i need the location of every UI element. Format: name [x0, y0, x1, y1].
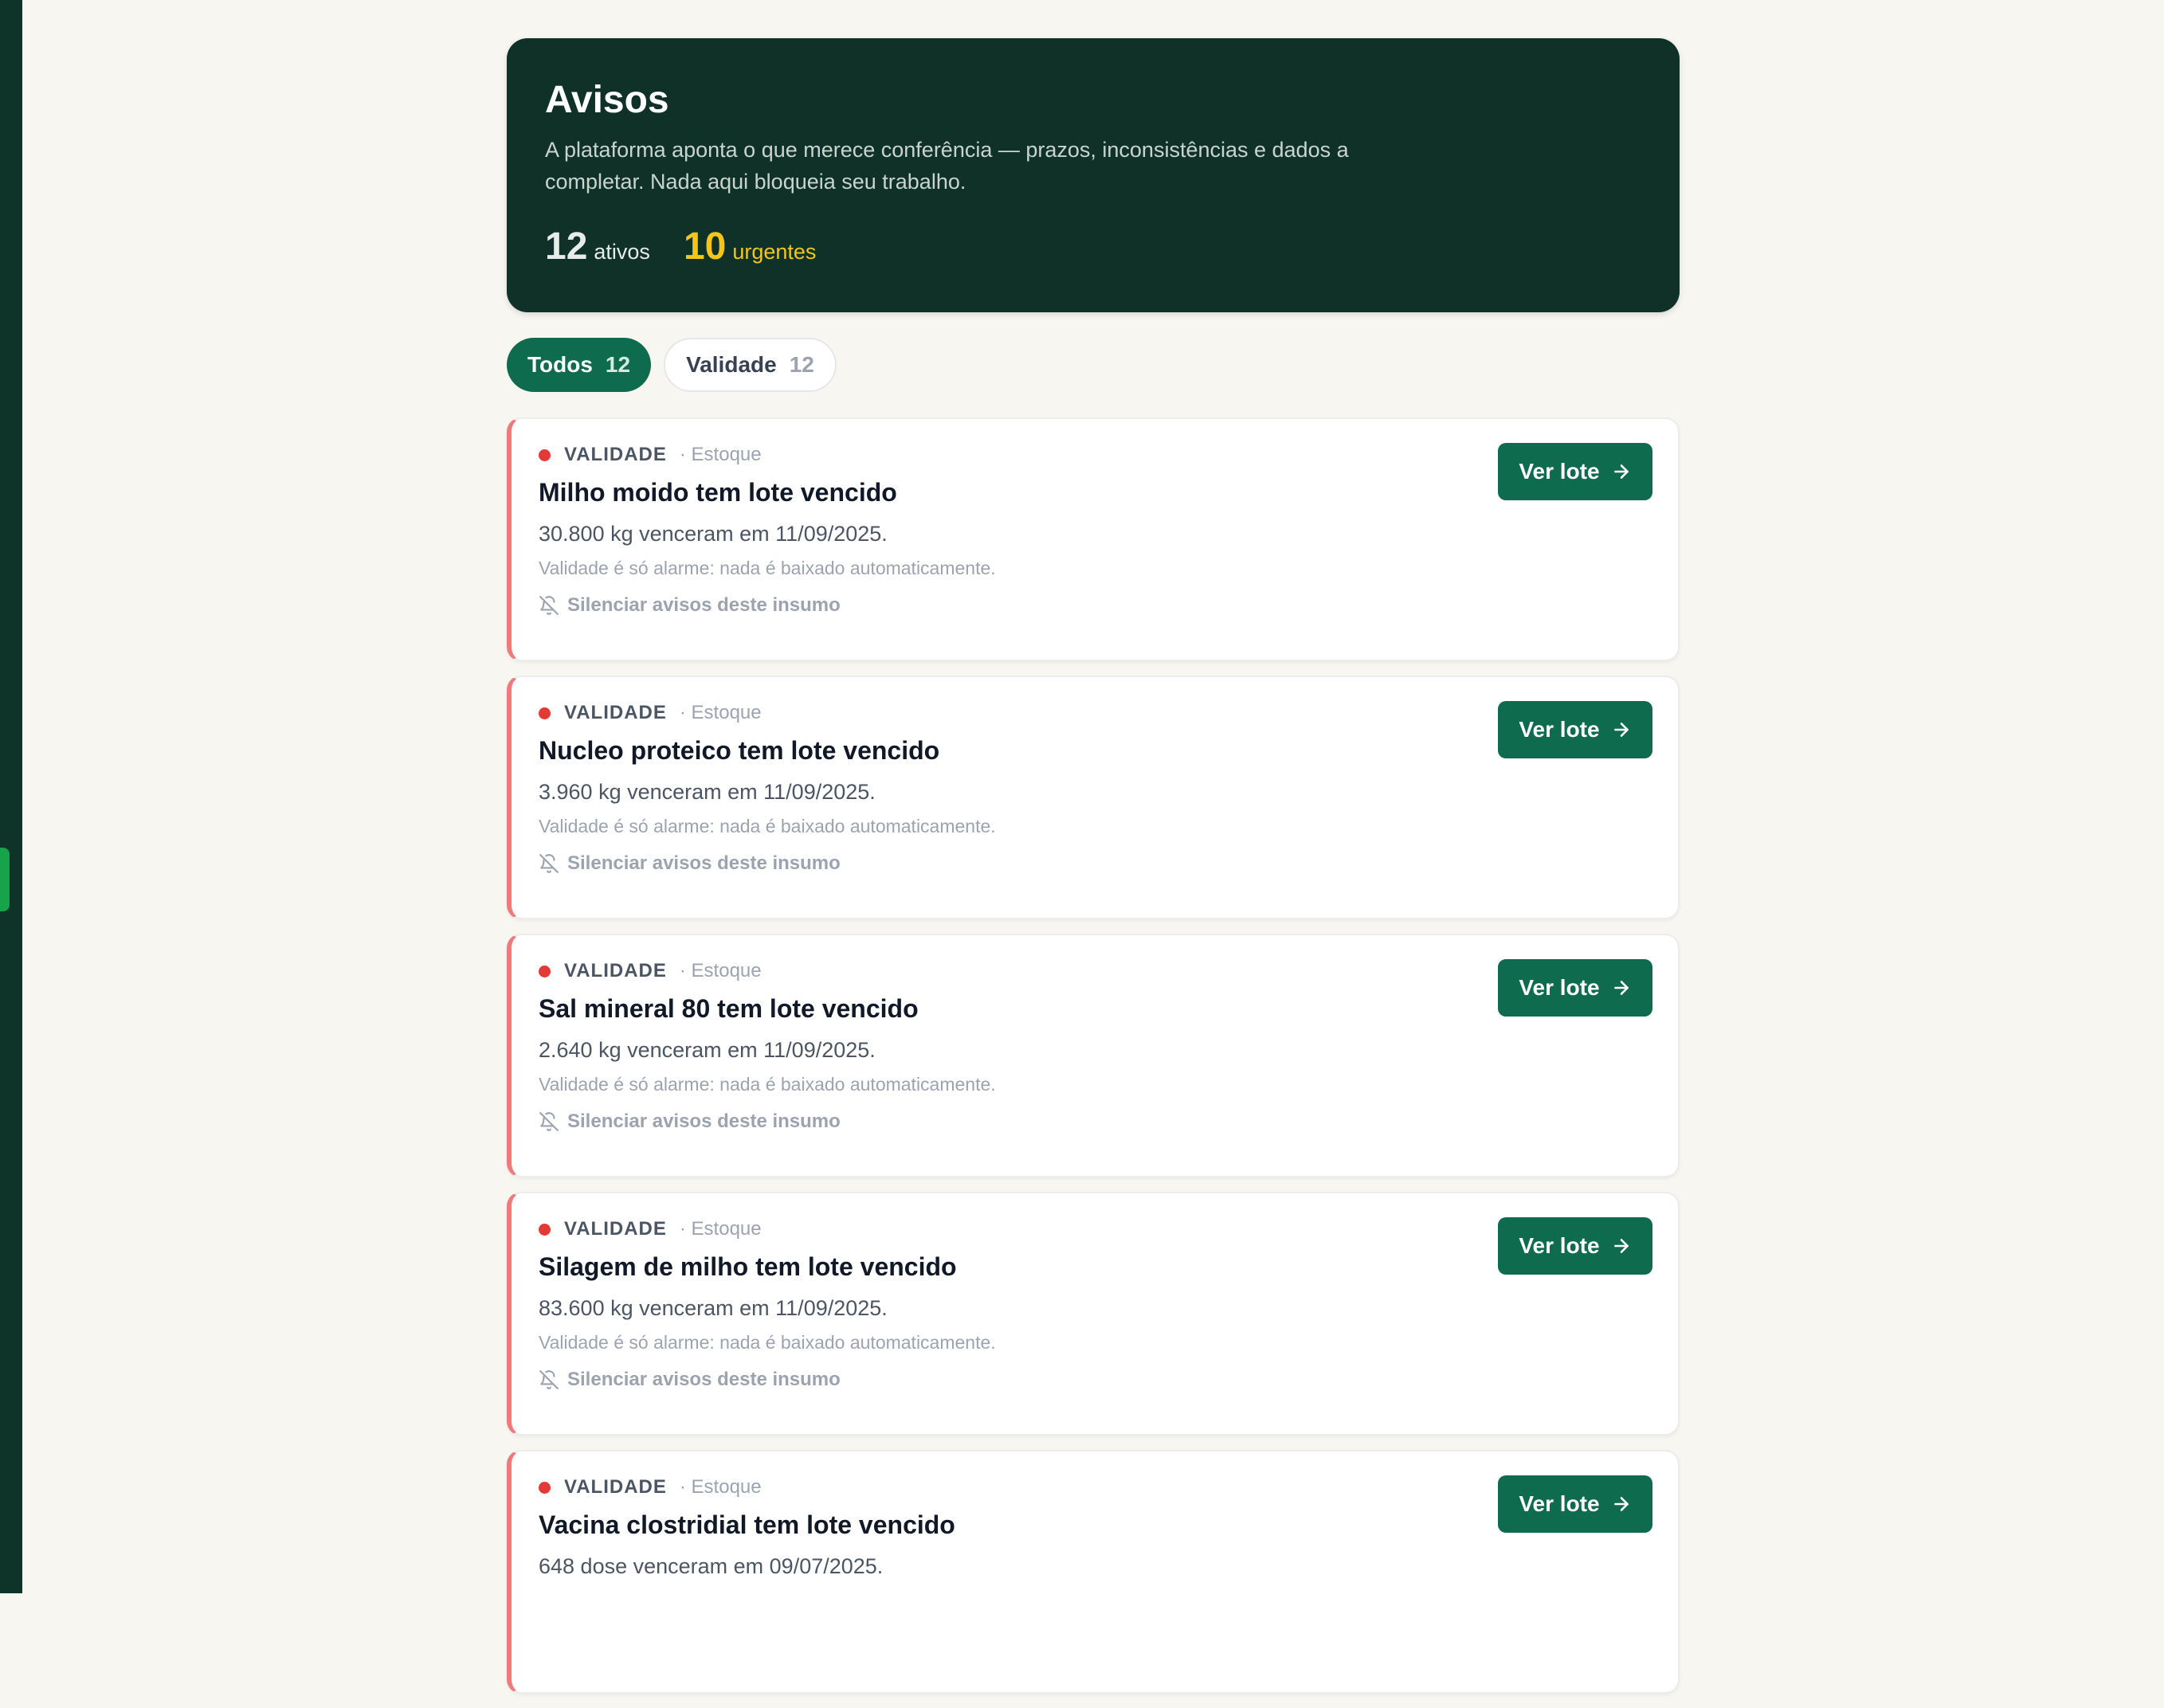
page-title: Avisos: [545, 79, 669, 121]
arrow-right-icon: [1613, 723, 1629, 737]
alert-title: Silagem de milho tem lote vencido: [539, 1252, 957, 1281]
status-dot: [539, 1481, 551, 1494]
status-dot: [539, 965, 551, 977]
tab-validade[interactable]: Validade 12: [664, 338, 837, 392]
mute-label: Silenciar avisos deste insumo: [567, 594, 841, 616]
alert-description: 30.800 kg venceram em 11/09/2025.: [539, 522, 888, 546]
stats-summary: 12 ativos 10 urgentes: [545, 225, 1641, 268]
sidebar-toggle-handle[interactable]: [0, 848, 10, 911]
alert-description: 648 dose venceram em 09/07/2025.: [539, 1554, 884, 1578]
bell-off-icon: [539, 1112, 559, 1131]
alert-card: VALIDADE · Estoque Nucleo proteico tem l…: [507, 676, 1680, 919]
button-label: Ver lote: [1519, 717, 1600, 742]
mute-label: Silenciar avisos deste insumo: [567, 852, 841, 874]
alert-meta: VALIDADE · Estoque: [539, 959, 1649, 983]
tab-count: 12: [605, 352, 631, 377]
alert-category: VALIDADE: [564, 702, 667, 723]
button-label: Ver lote: [1519, 459, 1600, 484]
alert-note: Validade é só alarme: nada é baixado aut…: [539, 558, 996, 578]
filter-tabs: Todos 12 Validade 12: [507, 338, 1680, 392]
view-lot-button[interactable]: Ver lote: [1498, 443, 1652, 500]
bell-off-icon: [539, 596, 559, 615]
alert-description: 83.600 kg venceram em 11/09/2025.: [539, 1296, 888, 1320]
active-label: ativos: [594, 240, 650, 264]
button-label: Ver lote: [1519, 975, 1600, 1000]
active-count: 12: [545, 225, 588, 268]
alert-card: VALIDADE · Estoque Silagem de milho tem …: [507, 1192, 1680, 1436]
alert-list: VALIDADE · Estoque Milho moido tem lote …: [507, 417, 1680, 1694]
view-lot-button[interactable]: Ver lote: [1498, 701, 1652, 758]
urgent-count: 10: [683, 225, 727, 268]
view-lot-button[interactable]: Ver lote: [1498, 959, 1652, 1017]
mute-alerts-link[interactable]: Silenciar avisos deste insumo: [539, 1111, 1649, 1133]
bell-off-icon: [539, 854, 559, 873]
alert-meta: VALIDADE · Estoque: [539, 1217, 1649, 1241]
view-lot-button[interactable]: Ver lote: [1498, 1217, 1652, 1275]
tab-label: Todos: [527, 352, 593, 377]
alert-title: Vacina clostridial tem lote vencido: [539, 1510, 955, 1539]
arrow-right-icon: [1613, 1497, 1629, 1511]
alert-source: · Estoque: [679, 1476, 762, 1498]
tab-label: Validade: [686, 352, 777, 377]
alert-description: 3.960 kg venceram em 11/09/2025.: [539, 780, 876, 804]
mute-alerts-link[interactable]: Silenciar avisos deste insumo: [539, 852, 1649, 875]
arrow-right-icon: [1613, 464, 1629, 479]
alert-category: VALIDADE: [564, 444, 667, 465]
alert-card: VALIDADE · Estoque Sal mineral 80 tem lo…: [507, 934, 1680, 1177]
alert-title: Milho moido tem lote vencido: [539, 478, 897, 507]
mute-label: Silenciar avisos deste insumo: [567, 1111, 841, 1132]
alert-card: VALIDADE · Estoque Milho moido tem lote …: [507, 417, 1680, 661]
notices-header: Avisos A plataforma aponta o que merece …: [507, 38, 1680, 312]
alert-note: Validade é só alarme: nada é baixado aut…: [539, 1332, 996, 1353]
status-dot: [539, 449, 551, 461]
main-content: Avisos A plataforma aponta o que merece …: [507, 38, 1680, 1708]
bell-off-icon: [539, 1370, 559, 1389]
alert-meta: VALIDADE · Estoque: [539, 1475, 1649, 1499]
view-lot-button[interactable]: Ver lote: [1498, 1475, 1652, 1533]
alert-source: · Estoque: [679, 1218, 762, 1240]
status-dot: [539, 707, 551, 719]
tab-todos[interactable]: Todos 12: [507, 338, 652, 392]
alert-description: 2.640 kg venceram em 11/09/2025.: [539, 1038, 876, 1062]
mute-label: Silenciar avisos deste insumo: [567, 1369, 841, 1390]
alert-source: · Estoque: [679, 960, 762, 981]
alert-source: · Estoque: [679, 444, 762, 465]
page-description: A plataforma aponta o que merece conferê…: [545, 138, 1349, 194]
alert-title: Sal mineral 80 tem lote vencido: [539, 994, 919, 1023]
alert-title: Nucleo proteico tem lote vencido: [539, 736, 940, 765]
alert-note: Validade é só alarme: nada é baixado aut…: [539, 1074, 996, 1095]
alert-category: VALIDADE: [564, 960, 667, 981]
alert-category: VALIDADE: [564, 1218, 667, 1240]
mute-alerts-link[interactable]: Silenciar avisos deste insumo: [539, 1369, 1649, 1391]
mute-alerts-link[interactable]: Silenciar avisos deste insumo: [539, 594, 1649, 617]
alert-category: VALIDADE: [564, 1476, 667, 1498]
active-stat: 12 ativos: [545, 225, 650, 268]
alert-meta: VALIDADE · Estoque: [539, 701, 1649, 725]
button-label: Ver lote: [1519, 1233, 1600, 1258]
sidebar: [0, 0, 22, 1593]
status-dot: [539, 1223, 551, 1236]
alert-card: VALIDADE · Estoque Vacina clostridial te…: [507, 1450, 1680, 1694]
alert-note: Validade é só alarme: nada é baixado aut…: [539, 816, 996, 836]
alert-meta: VALIDADE · Estoque: [539, 443, 1649, 467]
button-label: Ver lote: [1519, 1491, 1600, 1516]
tab-count: 12: [789, 352, 814, 377]
urgent-label: urgentes: [732, 240, 817, 264]
alert-source: · Estoque: [679, 702, 762, 723]
arrow-right-icon: [1613, 981, 1629, 995]
urgent-stat: 10 urgentes: [684, 225, 816, 268]
arrow-right-icon: [1613, 1239, 1629, 1253]
